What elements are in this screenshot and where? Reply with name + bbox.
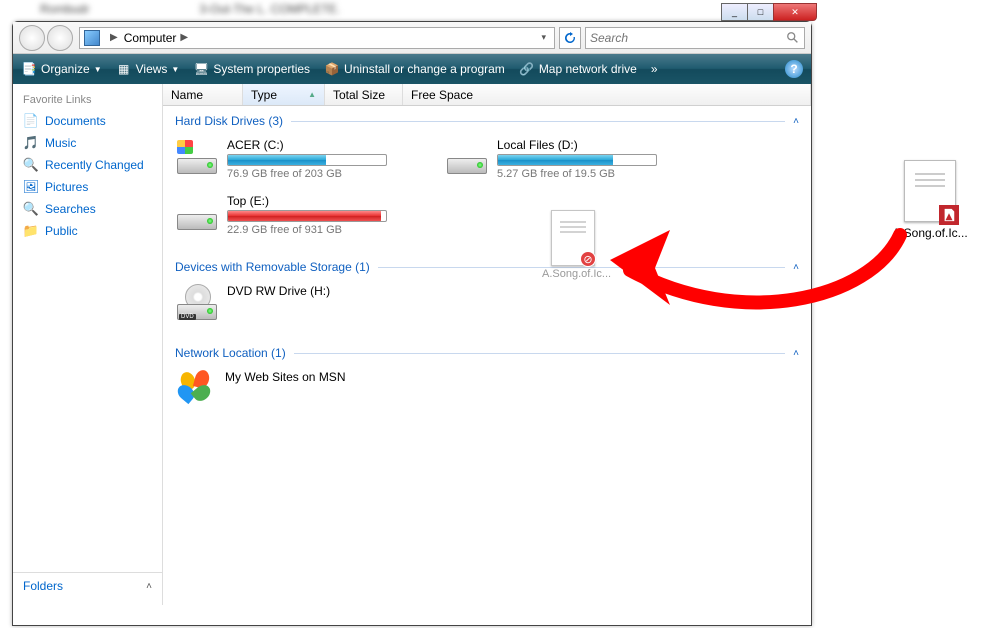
refresh-button[interactable]	[559, 27, 581, 49]
sidebar-item-documents[interactable]: 📄Documents	[13, 110, 162, 132]
pdf-badge-icon	[939, 205, 959, 225]
address-text: Computer	[124, 31, 177, 45]
hdd-icon	[177, 194, 219, 232]
group-header-hdd[interactable]: Hard Disk Drives (3)˄	[175, 114, 799, 128]
drive-free-text: 76.9 GB free of 203 GB	[227, 168, 387, 180]
minimize-button[interactable]: _	[721, 3, 748, 21]
public-icon: 📁	[23, 223, 39, 239]
drive-free-text: 22.9 GB free of 931 GB	[227, 224, 387, 236]
folders-toggle[interactable]: Folders˄	[13, 572, 162, 599]
column-headers: Name Type▲ Total Size Free Space	[163, 84, 811, 106]
group-network-location: Network Location (1)˄ My Web Sites on MS…	[163, 338, 811, 418]
map-drive-button[interactable]: 🔗 Map network drive	[519, 61, 637, 77]
refresh-icon	[564, 32, 576, 44]
command-bar: 📑 Organize▼ ▦ Views▼ 🖥 System properties…	[13, 54, 811, 84]
sidebar-item-recently-changed[interactable]: 🔍Recently Changed	[13, 154, 162, 176]
windows-flag-icon	[177, 140, 193, 154]
search-icon	[786, 31, 800, 45]
hdd-icon	[447, 138, 489, 176]
col-type[interactable]: Type▲	[243, 84, 325, 105]
organize-icon: 📑	[21, 61, 37, 77]
chevron-up-icon: ˄	[793, 262, 799, 273]
col-name[interactable]: Name	[163, 84, 243, 105]
maximize-button[interactable]: □	[747, 3, 774, 21]
drive-free-text: 5.27 GB free of 19.5 GB	[497, 168, 657, 180]
address-bar[interactable]: ▶ Computer ▶ ▾	[79, 27, 555, 49]
searches-icon: 🔍	[23, 201, 39, 217]
organize-menu[interactable]: 📑 Organize▼	[21, 61, 102, 77]
uninstall-icon: 📦	[324, 61, 340, 77]
mapdrive-icon: 🔗	[519, 61, 535, 77]
pictures-icon: 🖼	[23, 179, 39, 195]
sidebar-item-searches[interactable]: 🔍Searches	[13, 198, 162, 220]
dvd-icon: DVD	[177, 284, 219, 322]
help-button[interactable]: ?	[785, 60, 803, 78]
views-menu[interactable]: ▦ Views▼	[116, 61, 180, 77]
drive-label: ACER (C:)	[227, 138, 387, 152]
addr-arrow: ▶	[110, 32, 118, 43]
nav-bar: ▶ Computer ▶ ▾	[13, 22, 811, 54]
favorites-sidebar: Favorite Links 📄Documents 🎵Music 🔍Recent…	[13, 84, 163, 605]
group-header-network[interactable]: Network Location (1)˄	[175, 346, 799, 360]
drive-label: Top (E:)	[227, 194, 387, 208]
group-header-removable[interactable]: Devices with Removable Storage (1)˄	[175, 260, 799, 274]
explorer-window: ▶ Computer ▶ ▾ 📑 Organize▼ ▦ Views▼ 🖥 Sy…	[12, 21, 812, 626]
sidebar-item-music[interactable]: 🎵Music	[13, 132, 162, 154]
msn-butterfly-icon	[177, 370, 217, 402]
sidebar-item-public[interactable]: 📁Public	[13, 220, 162, 242]
usage-bar	[227, 210, 387, 222]
sidebar-item-pictures[interactable]: 🖼Pictures	[13, 176, 162, 198]
recent-icon: 🔍	[23, 157, 39, 173]
dvd-drive[interactable]: DVD DVD RW Drive (H:)	[175, 282, 445, 324]
msn-location[interactable]: My Web Sites on MSN	[175, 368, 445, 404]
desktop-file-pdf[interactable]: A.Song.of.Ic...	[889, 160, 971, 240]
hdd-icon	[177, 138, 219, 176]
forward-button[interactable]	[47, 25, 73, 51]
sysprops-icon: 🖥	[193, 61, 209, 77]
documents-icon: 📄	[23, 113, 39, 129]
favorites-header: Favorite Links	[13, 90, 162, 110]
drive-e[interactable]: Top (E:) 22.9 GB free of 931 GB	[175, 192, 445, 238]
back-button[interactable]	[19, 25, 45, 51]
usage-bar	[497, 154, 657, 166]
usage-bar	[227, 154, 387, 166]
music-icon: 🎵	[23, 135, 39, 151]
group-removable-storage: Devices with Removable Storage (1)˄ DVD …	[163, 252, 811, 338]
content-pane: Name Type▲ Total Size Free Space Hard Di…	[163, 84, 811, 605]
computer-icon	[84, 30, 100, 46]
close-button[interactable]: ✕	[773, 3, 817, 21]
drive-d[interactable]: Local Files (D:) 5.27 GB free of 19.5 GB	[445, 136, 715, 182]
uninstall-button[interactable]: 📦 Uninstall or change a program	[324, 61, 505, 77]
col-free-space[interactable]: Free Space	[403, 84, 811, 105]
chevron-up-icon: ˄	[793, 116, 799, 127]
views-icon: ▦	[116, 61, 132, 77]
chevron-up-icon: ˄	[793, 348, 799, 359]
location-label: My Web Sites on MSN	[225, 370, 345, 384]
drive-label: DVD RW Drive (H:)	[227, 284, 330, 298]
system-properties-button[interactable]: 🖥 System properties	[193, 61, 310, 77]
drive-label: Local Files (D:)	[497, 138, 657, 152]
drive-c[interactable]: ACER (C:) 76.9 GB free of 203 GB	[175, 136, 445, 182]
file-page-icon	[904, 160, 956, 222]
search-box[interactable]	[585, 27, 805, 49]
sort-asc-icon: ▲	[308, 90, 316, 99]
col-total-size[interactable]: Total Size	[325, 84, 403, 105]
search-input[interactable]	[590, 31, 786, 45]
addr-arrow-2: ▶	[180, 32, 188, 43]
group-hard-disk-drives: Hard Disk Drives (3)˄ ACER (C:) 76.9 GB …	[163, 106, 811, 252]
address-dropdown[interactable]: ▾	[537, 32, 550, 43]
chevron-up-icon: ˄	[146, 581, 152, 592]
toolbar-overflow[interactable]: »	[651, 62, 658, 76]
desktop-filename: A.Song.of.Ic...	[889, 226, 971, 240]
